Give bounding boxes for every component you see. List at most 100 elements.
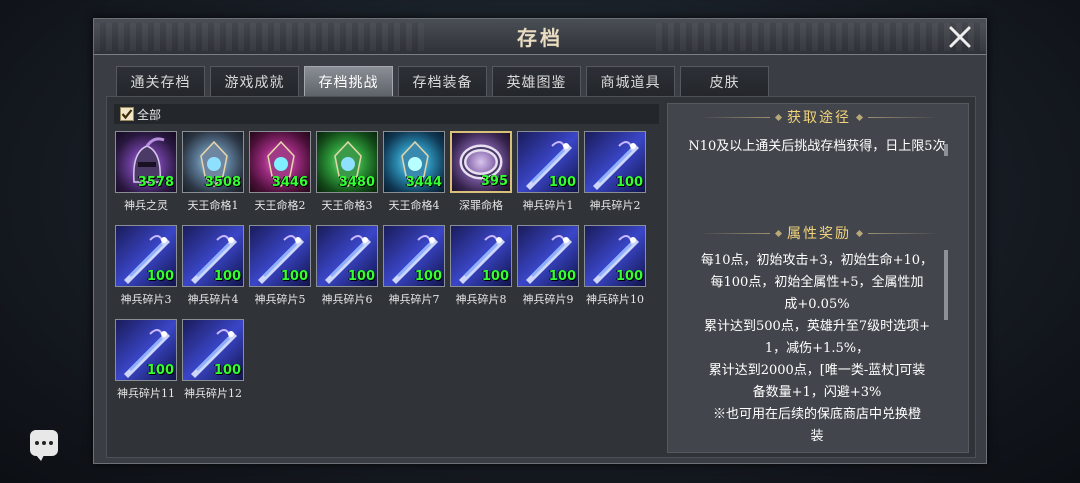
item-slot[interactable]: 100 神兵碎片2 xyxy=(584,131,646,213)
sword-fragment-icon: 100 xyxy=(584,131,646,193)
item-slot[interactable]: 100 神兵碎片6 xyxy=(316,225,378,307)
select-all-checkbox[interactable] xyxy=(120,107,134,121)
item-slot[interactable]: 100 神兵碎片1 xyxy=(517,131,579,213)
item-name: 神兵碎片7 xyxy=(388,293,440,306)
tab-achievements[interactable]: 游戏成就 xyxy=(210,66,299,96)
helmet-icon: 3578 xyxy=(115,131,177,193)
item-slot[interactable]: 100 神兵碎片4 xyxy=(182,225,244,307)
sword-fragment-icon: 100 xyxy=(517,225,579,287)
tab-archive-challenge[interactable]: 存档挑战 xyxy=(304,66,393,96)
item-name: 神兵碎片11 xyxy=(117,387,175,400)
amulet-green-icon: 3480 xyxy=(316,131,378,193)
item-slot[interactable]: 3480 天王命格3 xyxy=(316,131,378,213)
ring-icon: 395 xyxy=(450,131,512,193)
chat-icon[interactable] xyxy=(30,430,58,461)
item-name: 神兵碎片12 xyxy=(184,387,242,400)
item-slot[interactable]: 100 神兵碎片12 xyxy=(182,319,244,401)
amulet-magenta-icon: 3446 xyxy=(249,131,311,193)
acquire-scrollbar[interactable] xyxy=(944,144,948,156)
item-slot[interactable]: 100 神兵碎片9 xyxy=(517,225,579,307)
item-count: 3446 xyxy=(271,175,308,190)
item-slot[interactable]: 100 神兵碎片7 xyxy=(383,225,445,307)
sword-fragment-icon: 100 xyxy=(115,225,177,287)
item-count: 100 xyxy=(481,269,509,284)
item-count: 3480 xyxy=(338,175,375,190)
reward-header: 属性奖励 xyxy=(668,222,970,244)
item-name: 神兵碎片5 xyxy=(254,293,306,306)
content-area: 全部 3578 神兵之灵 3508 天王命格1 3446 天王命格2 3480 … xyxy=(106,96,976,458)
item-name: 天王命格4 xyxy=(388,199,440,212)
reward-text: 每10点，初始攻击+3，初始生命+10， 每100点，初始全属性+5，全属性加 … xyxy=(686,250,948,448)
item-count: 100 xyxy=(280,269,308,284)
window-title: 存档 xyxy=(517,26,563,50)
reward-line: 成+0.05% xyxy=(784,297,850,312)
tab-hero-codex[interactable]: 英雄图鉴 xyxy=(492,66,581,96)
tab-bar: 通关存档 游戏成就 存档挑战 存档装备 英雄图鉴 商城道具 皮肤 xyxy=(116,66,774,96)
item-slot[interactable]: 100 神兵碎片3 xyxy=(115,225,177,307)
sword-fragment-icon: 100 xyxy=(115,319,177,381)
item-slot[interactable]: 3578 神兵之灵 xyxy=(115,131,177,213)
item-slot[interactable]: 100 神兵碎片8 xyxy=(450,225,512,307)
sword-fragment-icon: 100 xyxy=(182,319,244,381)
reward-heading: 属性奖励 xyxy=(787,226,851,242)
tab-archive-equipment[interactable]: 存档装备 xyxy=(398,66,487,96)
reward-line: 装 xyxy=(810,429,824,444)
item-name: 神兵碎片1 xyxy=(522,199,574,212)
select-all-label: 全部 xyxy=(137,107,162,122)
item-count: 100 xyxy=(213,363,241,378)
item-slot[interactable]: 395 深罪命格 xyxy=(450,131,512,213)
item-name: 神兵之灵 xyxy=(124,199,168,212)
reward-line: 每10点，初始攻击+3，初始生命+10， xyxy=(700,253,934,268)
item-count: 100 xyxy=(347,269,375,284)
item-name: 天王命格3 xyxy=(321,199,373,212)
item-count: 3444 xyxy=(405,175,442,190)
item-slot[interactable]: 100 神兵碎片11 xyxy=(115,319,177,401)
item-name: 神兵碎片10 xyxy=(586,293,644,306)
reward-line: 每100点，初始全属性+5，全属性加 xyxy=(710,275,924,290)
reward-line: 累计达到2000点，[唯一类-蓝杖]可装 xyxy=(708,363,926,378)
amulet-cyan-icon: 3444 xyxy=(383,131,445,193)
filter-bar: 全部 xyxy=(114,104,659,124)
reward-line: 备数量+1，闪避+3% xyxy=(752,385,882,400)
reward-line: 累计达到500点，英雄升至7级时选项+ xyxy=(704,319,930,334)
amulet-blue-icon: 3508 xyxy=(182,131,244,193)
checkmark-icon xyxy=(121,109,133,120)
sword-fragment-icon: 100 xyxy=(316,225,378,287)
item-slot[interactable]: 100 神兵碎片10 xyxy=(584,225,646,307)
sword-fragment-icon: 100 xyxy=(249,225,311,287)
item-count: 395 xyxy=(480,174,508,189)
sword-fragment-icon: 100 xyxy=(182,225,244,287)
item-slot[interactable]: 100 神兵碎片5 xyxy=(249,225,311,307)
item-name: 神兵碎片9 xyxy=(522,293,574,306)
acquire-heading: 获取途径 xyxy=(787,110,851,126)
item-count: 100 xyxy=(615,175,643,190)
item-count: 100 xyxy=(213,269,241,284)
acquire-header: 获取途径 xyxy=(668,106,970,128)
item-name: 深罪命格 xyxy=(459,199,503,212)
item-slot[interactable]: 3444 天王命格4 xyxy=(383,131,445,213)
title-bar: 存档 xyxy=(94,19,986,55)
tab-shop-items[interactable]: 商城道具 xyxy=(586,66,675,96)
item-slot[interactable]: 3446 天王命格2 xyxy=(249,131,311,213)
item-count: 100 xyxy=(548,175,576,190)
close-button[interactable] xyxy=(944,21,976,53)
sword-fragment-icon: 100 xyxy=(383,225,445,287)
sword-fragment-icon: 100 xyxy=(517,131,579,193)
tab-clear-archive[interactable]: 通关存档 xyxy=(116,66,205,96)
item-count: 100 xyxy=(146,363,174,378)
sword-fragment-icon: 100 xyxy=(584,225,646,287)
item-count: 3508 xyxy=(204,175,241,190)
item-count: 3578 xyxy=(137,175,174,190)
title-ornament-right xyxy=(656,23,986,51)
reward-line: ※也可用在后续的保底商店中兑换橙 xyxy=(712,407,921,422)
item-name: 神兵碎片4 xyxy=(187,293,239,306)
tab-skins[interactable]: 皮肤 xyxy=(680,66,769,96)
acquire-text: N10及以上通关后挑战存档获得，日上限5次 xyxy=(688,139,946,154)
archive-window: 存档 通关存档 游戏成就 存档挑战 存档装备 英雄图鉴 商城道具 皮肤 全部 3… xyxy=(93,18,987,464)
reward-line: 1，减伤+1.5%， xyxy=(764,341,870,356)
sword-fragment-icon: 100 xyxy=(450,225,512,287)
item-name: 天王命格2 xyxy=(254,199,306,212)
item-slot[interactable]: 3508 天王命格1 xyxy=(182,131,244,213)
reward-scrollbar[interactable] xyxy=(944,250,948,320)
item-name: 神兵碎片6 xyxy=(321,293,373,306)
